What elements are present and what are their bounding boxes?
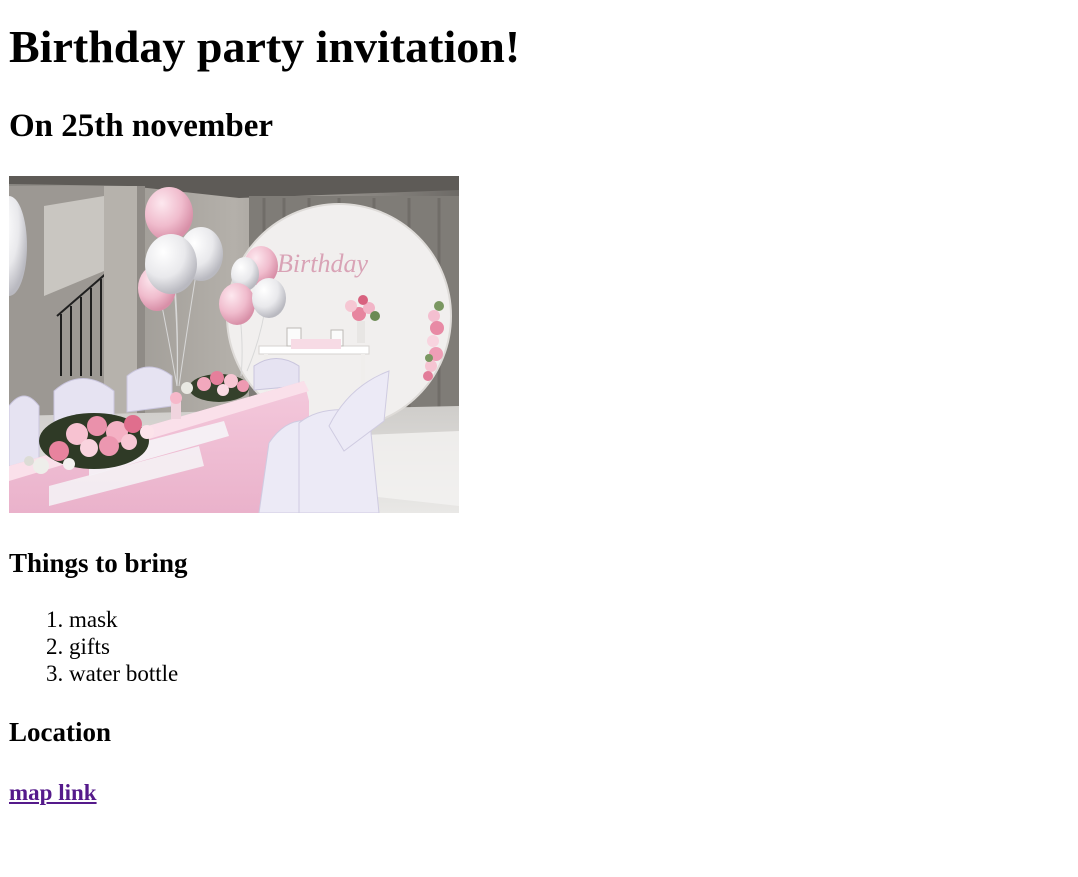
list-item: water bottle	[69, 660, 178, 687]
backdrop-sign: Birthday	[277, 249, 368, 278]
things-to-bring-list: mask gifts water bottle	[9, 606, 178, 687]
party-photo: Birthday	[9, 176, 459, 513]
date-heading: On 25th november	[9, 108, 273, 144]
location-heading: Location	[9, 717, 112, 747]
page-title: Birthday party invitation!	[9, 21, 521, 72]
map-link[interactable]: map link	[9, 779, 97, 807]
list-item: gifts	[69, 633, 178, 660]
list-item: mask	[69, 606, 178, 633]
things-to-bring-heading: Things to bring	[9, 548, 188, 578]
